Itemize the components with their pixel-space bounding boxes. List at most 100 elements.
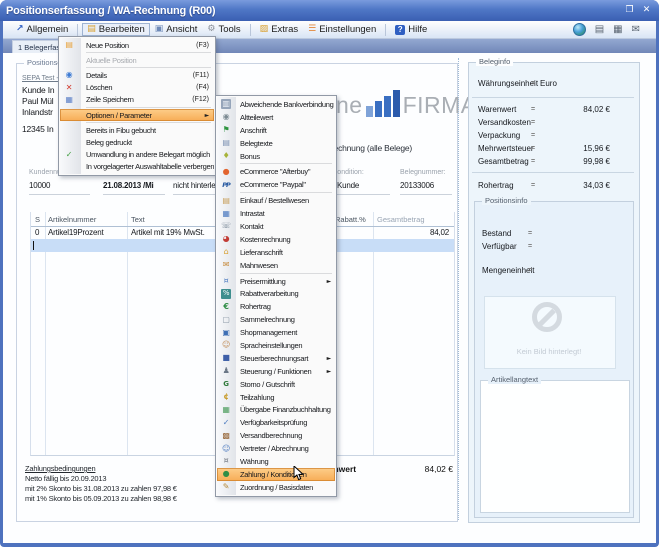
menu-einstellungen[interactable]: ☰Einstellungen [303, 23, 381, 36]
submenu-item-bonus[interactable]: ♦Bonus [217, 150, 335, 163]
submenu-item-ecommerce-afterbuy[interactable]: ●eCommerce "Afterbuy" [217, 165, 335, 178]
submenu-item-intrastat[interactable]: ▦Intrastat [217, 207, 335, 220]
submenu-arrow-icon: ► [327, 278, 331, 285]
submenu-item-steuerung-funktionen[interactable]: ♟Steuerung / Funktionen► [217, 365, 335, 378]
discount-icon: % [221, 289, 231, 299]
submenu-item-zahlung-konditionen[interactable]: ●Zahlung / Konditionen [217, 468, 335, 481]
optionen-parameter-submenu: ▥Abweichende Bankverbindung ◉Altteilewer… [215, 95, 337, 497]
submenu-item-zuordnung-basisdaten[interactable]: ✎Zuordnung / Basisdaten [217, 481, 335, 494]
logo-prefix: ne [336, 94, 363, 117]
menu-separator [86, 52, 211, 53]
mouse-cursor [293, 466, 305, 487]
logo-name: FIRMA [403, 94, 477, 117]
titlebar: Positionserfassung / WA-Rechnung (R00) ❐… [0, 0, 659, 21]
submenu-item-mahnwesen[interactable]: ✉Mahnwesen [217, 259, 335, 272]
field-underline [400, 194, 452, 195]
extras-icon: ▨ [260, 25, 269, 34]
submenu-item-teilzahlung[interactable]: ¢Teilzahlung [217, 391, 335, 404]
menu-item-neue-position[interactable]: ▤Neue Position(F3) [60, 39, 214, 51]
bearbeiten-dropdown: ▤Neue Position(F3) Aktuelle Position ◉De… [58, 36, 216, 176]
submenu-item-lieferanschrift[interactable]: ⌂Lieferanschrift [217, 246, 335, 259]
column-header-gesamtbetrag[interactable]: Gesamtbetrag [377, 215, 425, 224]
submenu-item-kontakt[interactable]: ☏Kontakt [217, 220, 335, 233]
submenu-item-spracheinstellungen[interactable]: ☺Spracheinstellungen [217, 339, 335, 352]
submenu-item-abweichende-bankverbindung[interactable]: ▥Abweichende Bankverbindung [217, 98, 335, 111]
column-header-text[interactable]: Text [131, 215, 145, 224]
field-value-belegnummer[interactable]: 20133006 [400, 181, 434, 190]
beleginfo-label: Verpackung [478, 131, 520, 140]
positionsinfo-label: Verfügbar [482, 242, 517, 251]
address-flag-icon: ⚑ [221, 125, 231, 135]
submenu-item-ecommerce-paypal[interactable]: PPeCommerce "Paypal" [217, 178, 335, 191]
globe-icon[interactable] [573, 23, 586, 36]
equals-sign: = [528, 267, 532, 274]
submenu-item-sammelrechnung[interactable]: ▢Sammelrechnung [217, 313, 335, 326]
menu-tools[interactable]: ⚙Tools [202, 23, 245, 36]
menu-item-zeile-speichern[interactable]: ▦Zeile Speichern(F12) [60, 94, 214, 106]
submenu-item-versandberechnung[interactable]: ▩Versandberechnung [217, 429, 335, 442]
submenu-item-altteilewert[interactable]: ◉Altteilewert [217, 111, 335, 124]
field-value-kundennummer[interactable]: 10000 [29, 181, 50, 190]
submenu-item-belegtexte[interactable]: ▤Belegtexte [217, 137, 335, 150]
submenu-item-kostenrechnung[interactable]: ◕Kostenrechnung [217, 233, 335, 246]
column-header-artikelnummer[interactable]: Artikelnummer [48, 215, 96, 224]
menu-hilfe[interactable]: ?Hilfe [390, 23, 432, 36]
field-underline [103, 194, 165, 195]
mail-icon[interactable]: ✉ [632, 25, 640, 35]
recipient-reference-link[interactable]: SEPA Test - [22, 75, 59, 82]
menu-item-bereits-in-fibu-gebucht[interactable]: Bereits in Fibu gebucht [60, 124, 214, 136]
submenu-arrow-icon: ► [205, 112, 209, 119]
panel-separator [458, 58, 459, 520]
menu-separator [86, 107, 211, 108]
menu-item-umwandlung[interactable]: ✓Umwandlung in andere Belegart möglich [60, 149, 214, 161]
menubar-separator [250, 24, 251, 36]
menu-item-optionen-parameter[interactable]: Optionen / Parameter► [60, 109, 214, 121]
submenu-item-verfuegbarkeitspruefung[interactable]: ✓Verfügbarkeitsprüfung [217, 416, 335, 429]
column-header-s[interactable]: S [35, 215, 40, 224]
recipient-contact: Paul Mül [22, 96, 53, 106]
submenu-item-rabattverarbeitung[interactable]: %Rabattverarbeitung [217, 287, 335, 300]
submenu-item-preisermittlung[interactable]: ¤Preisermittlung► [217, 275, 335, 288]
menu-ansicht[interactable]: ▣Ansicht [150, 23, 203, 36]
checkmark-icon: ✓ [64, 150, 74, 160]
submenu-item-uebergabe-finanzbuchhaltung[interactable]: ▦Übergabe Finanzbuchhaltung [217, 403, 335, 416]
menu-separator [86, 67, 211, 68]
field-label-belegnummer: Belegnummer: [400, 169, 446, 176]
document-info-icon[interactable]: ▤ [595, 25, 604, 35]
printer-icon[interactable]: ▦ [613, 25, 622, 35]
recipient-city: 12345 In [22, 124, 54, 134]
submenu-item-steuerberechnungsart[interactable]: ■Steuerberechnungsart► [217, 352, 335, 365]
artikellangtext-box[interactable] [480, 380, 630, 513]
submenu-item-anschrift[interactable]: ⚑Anschrift [217, 124, 335, 137]
submenu-item-shopmanagement[interactable]: ▣Shopmanagement [217, 326, 335, 339]
text-caret [33, 241, 34, 250]
field-value-belegdatum[interactable]: 21.08.2013 /Mi [103, 181, 154, 190]
menu-bearbeiten[interactable]: ▤Bearbeiten [82, 23, 149, 36]
submenu-item-rohertrag[interactable]: €Rohertrag [217, 300, 335, 313]
field-value-zahlungskondition[interactable]: Kunde [337, 181, 359, 190]
menu-item-details[interactable]: ◉Details(F11) [60, 69, 214, 81]
beleginfo-title: Beleginfo [476, 57, 513, 66]
close-button[interactable]: ✕ [640, 4, 653, 17]
beleginfo-label: Rohertrag [478, 181, 514, 190]
menu-allgemein[interactable]: ↗Allgemein [11, 23, 73, 36]
new-position-icon: ▤ [64, 40, 74, 50]
bonus-icon: ♦ [221, 151, 231, 161]
submenu-item-storno-gutschrift[interactable]: GStorno / Gutschrift [217, 378, 335, 391]
menu-separator [240, 163, 332, 164]
menu-extras[interactable]: ▨Extras [255, 23, 303, 36]
availability-check-icon: ✓ [221, 418, 231, 428]
payment-terms-line: mit 2% Skonto bis 31.08.2013 zu zahlen 9… [25, 484, 177, 494]
submenu-arrow-icon: ► [327, 355, 331, 362]
submenu-item-waehrung[interactable]: ¤Währung [217, 455, 335, 468]
submenu-item-einkauf-bestellwesen[interactable]: ▤Einkauf / Bestellwesen [217, 194, 335, 207]
submenu-item-vertreter-abrechnung[interactable]: ☺Vertreter / Abrechnung [217, 442, 335, 455]
column-header-rabatt[interactable]: Rabatt.% [335, 215, 366, 224]
fibu-transfer-icon: ▦ [221, 405, 231, 415]
restore-button[interactable]: ❐ [623, 4, 636, 17]
menu-item-auswahltabelle-verbergen[interactable]: In vorgelagerter Auswahltabelle verberge… [60, 161, 214, 173]
divider [472, 97, 634, 98]
menu-item-loeschen[interactable]: ✕Löschen(F4) [60, 82, 214, 94]
menu-item-beleg-gedruckt[interactable]: Beleg gedruckt [60, 136, 214, 148]
agent-icon: ☺ [221, 444, 231, 454]
